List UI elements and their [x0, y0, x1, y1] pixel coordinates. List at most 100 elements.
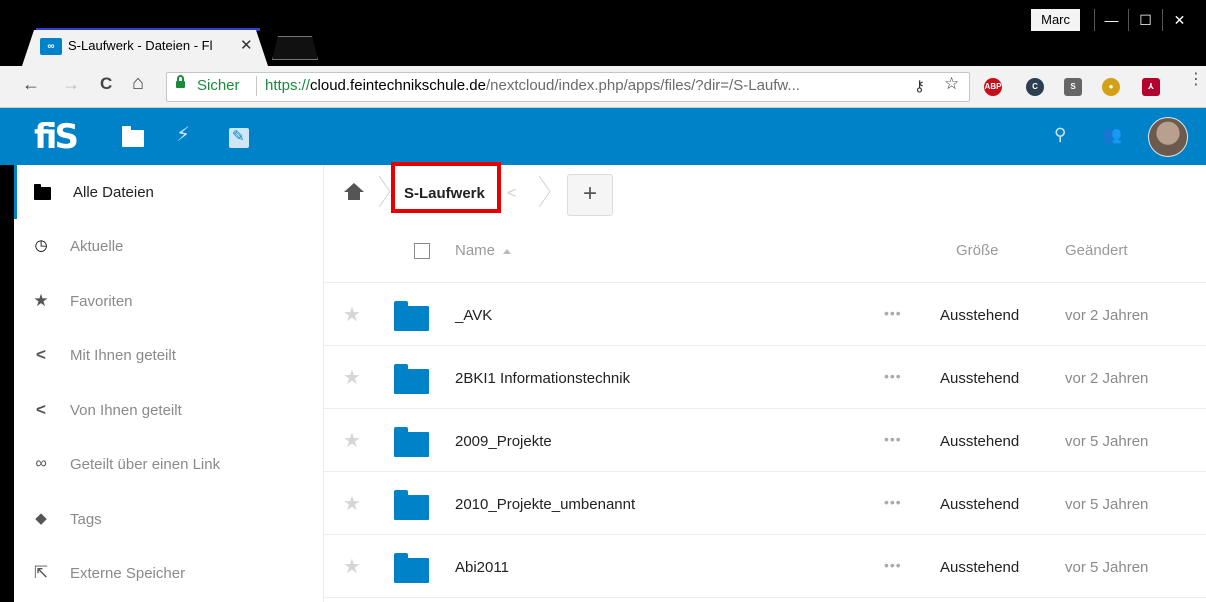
file-modified: vor 5 Jahren	[1065, 559, 1149, 576]
file-name[interactable]: 2BKI1 Informationstechnik	[455, 370, 630, 387]
avatar[interactable]	[1148, 117, 1188, 157]
more-actions-icon[interactable]: •••	[884, 431, 902, 447]
select-all-checkbox[interactable]	[414, 243, 430, 259]
pdf-extension-icon[interactable]: ⅄	[1142, 78, 1160, 96]
column-modified[interactable]: Geändert	[1065, 242, 1128, 259]
table-row[interactable]: ★ 2010_Projekte_umbenannt ••• Ausstehend…	[324, 472, 1206, 535]
share-icon: <	[36, 400, 46, 419]
window-edge	[0, 165, 14, 602]
column-name[interactable]: Name	[455, 242, 512, 259]
extension-icon-3[interactable]: S	[1064, 78, 1082, 96]
favorite-star-icon[interactable]: ★	[343, 302, 361, 327]
sidebar-item-shared-with-you[interactable]: < Mit Ihnen geteilt	[14, 328, 324, 382]
sidebar: Alle Dateien ◷ Aktuelle ★ Favoriten < Mi…	[14, 165, 324, 602]
folder-icon[interactable]	[394, 364, 429, 394]
sidebar-item-tags[interactable]: ◆ Tags	[14, 492, 324, 546]
tag-icon: ◆	[35, 510, 47, 527]
file-size: Ausstehend	[940, 496, 1020, 513]
file-modified: vor 2 Jahren	[1065, 370, 1149, 387]
file-modified: vor 2 Jahren	[1065, 307, 1149, 324]
logo-text: fiS	[34, 117, 79, 157]
folder-icon[interactable]	[394, 427, 429, 457]
folder-icon[interactable]	[394, 490, 429, 520]
tab-title[interactable]: S-Laufwerk - Dateien - Fl	[68, 38, 234, 53]
window-close-icon[interactable]: ✕	[1162, 9, 1196, 31]
file-name[interactable]: 2010_Projekte_umbenannt	[455, 496, 635, 513]
browser-titlebar: ∞ S-Laufwerk - Dateien - Fl ✕ Marc — ☐ ✕	[0, 0, 1206, 66]
column-size[interactable]: Größe	[956, 242, 999, 259]
file-modified: vor 5 Jahren	[1065, 433, 1149, 450]
file-size: Ausstehend	[940, 559, 1020, 576]
maximize-icon[interactable]: ☐	[1128, 9, 1162, 31]
adblock-extension-icon[interactable]: ABP	[984, 78, 1002, 96]
share-icon[interactable]: <	[507, 185, 516, 203]
activity-app-icon[interactable]: ⚡	[176, 122, 190, 147]
lock-icon[interactable]	[176, 75, 185, 88]
sidebar-item-label: Tags	[70, 511, 102, 528]
sidebar-item-shared-by-you[interactable]: < Von Ihnen geteilt	[14, 383, 324, 437]
window-controls: Marc — ☐ ✕	[1031, 8, 1196, 32]
new-button[interactable]: +	[567, 174, 613, 216]
more-actions-icon[interactable]: •••	[884, 305, 902, 321]
more-actions-icon[interactable]: •••	[884, 557, 902, 573]
search-icon[interactable]: ⚲	[1054, 125, 1066, 145]
sidebar-item-recent[interactable]: ◷ Aktuelle	[14, 219, 324, 273]
url-path: /nextcloud/index.php/apps/files/?dir=/S-…	[485, 77, 800, 94]
files-app-icon[interactable]	[122, 126, 144, 147]
favorite-star-icon[interactable]: ★	[343, 428, 361, 453]
column-name-label: Name	[455, 242, 496, 259]
file-name[interactable]: Abi2011	[455, 559, 509, 576]
table-row[interactable]: ★ 2009_Projekte ••• Ausstehend vor 5 Jah…	[324, 409, 1206, 472]
home-icon[interactable]: ⌂	[132, 72, 144, 95]
url-text[interactable]: https://cloud.feintechnikschule.de/nextc…	[265, 77, 905, 94]
sidebar-item-shared-by-link[interactable]: ∞ Geteilt über einen Link	[14, 437, 324, 491]
browser-menu-icon[interactable]: ⋮	[1188, 72, 1204, 88]
extension-icon-2[interactable]: C	[1026, 78, 1044, 96]
favorite-star-icon[interactable]: ★	[343, 491, 361, 516]
file-name[interactable]: _AVK	[455, 307, 492, 324]
table-row[interactable]: ★ _AVK ••• Ausstehend vor 2 Jahren	[324, 283, 1206, 346]
link-icon: ∞	[35, 455, 47, 472]
table-row[interactable]: ★ 2BKI1 Informationstechnik ••• Ausstehe…	[324, 346, 1206, 409]
file-modified: vor 5 Jahren	[1065, 496, 1149, 513]
notes-app-icon[interactable]	[229, 127, 249, 148]
minimize-icon[interactable]: —	[1094, 9, 1128, 31]
sort-ascending-icon	[503, 248, 512, 254]
home-breadcrumb-icon[interactable]	[344, 183, 364, 201]
share-icon: <	[36, 345, 46, 364]
tab-close-icon[interactable]: ✕	[240, 36, 253, 54]
table-row[interactable]: ★ Abi2011 ••• Ausstehend vor 5 Jahren	[324, 535, 1206, 598]
sidebar-item-favorites[interactable]: ★ Favoriten	[14, 274, 324, 328]
sidebar-item-label: Alle Dateien	[73, 184, 154, 201]
sidebar-item-all-files[interactable]: Alle Dateien	[14, 165, 324, 219]
browser-toolbar: ← → C ⌂ Sicher https://cloud.feintechnik…	[0, 66, 1206, 108]
sidebar-item-label: Geteilt über einen Link	[70, 456, 221, 473]
reload-icon[interactable]: C	[100, 74, 112, 94]
sidebar-item-external-storage[interactable]: ⇱ Externe Speicher	[14, 546, 324, 600]
app-header: fiS ⚡ ⚲ 👥	[0, 108, 1206, 165]
favorite-star-icon[interactable]: ★	[343, 554, 361, 579]
folder-icon[interactable]	[394, 553, 429, 583]
file-list-area: S-Laufwerk < + Name Größe Geändert ★ _AV…	[324, 162, 1206, 602]
profile-button[interactable]: Marc	[1031, 9, 1080, 31]
contacts-icon[interactable]: 👥	[1102, 125, 1122, 145]
url-divider	[256, 76, 257, 96]
favorite-star-icon[interactable]: ★	[343, 365, 361, 390]
external-storage-icon: ⇱	[33, 563, 49, 582]
breadcrumb: S-Laufwerk < +	[324, 162, 1206, 221]
back-arrow-icon[interactable]: ←	[22, 74, 40, 95]
file-size: Ausstehend	[940, 307, 1020, 324]
breadcrumb-current[interactable]: S-Laufwerk	[404, 185, 485, 202]
file-name[interactable]: 2009_Projekte	[455, 433, 552, 450]
forward-arrow-icon[interactable]: →	[62, 74, 80, 95]
logo[interactable]: fiS	[34, 118, 86, 156]
more-actions-icon[interactable]: •••	[884, 368, 902, 384]
new-tab-button[interactable]	[272, 36, 318, 60]
more-actions-icon[interactable]: •••	[884, 494, 902, 510]
extension-icon-4[interactable]: ●	[1102, 78, 1120, 96]
secure-label[interactable]: Sicher	[197, 77, 240, 94]
key-icon[interactable]: ⚷	[914, 77, 925, 95]
bookmark-star-icon[interactable]: ☆	[944, 74, 959, 94]
breadcrumb-separator	[536, 175, 548, 211]
folder-icon[interactable]	[394, 301, 429, 331]
